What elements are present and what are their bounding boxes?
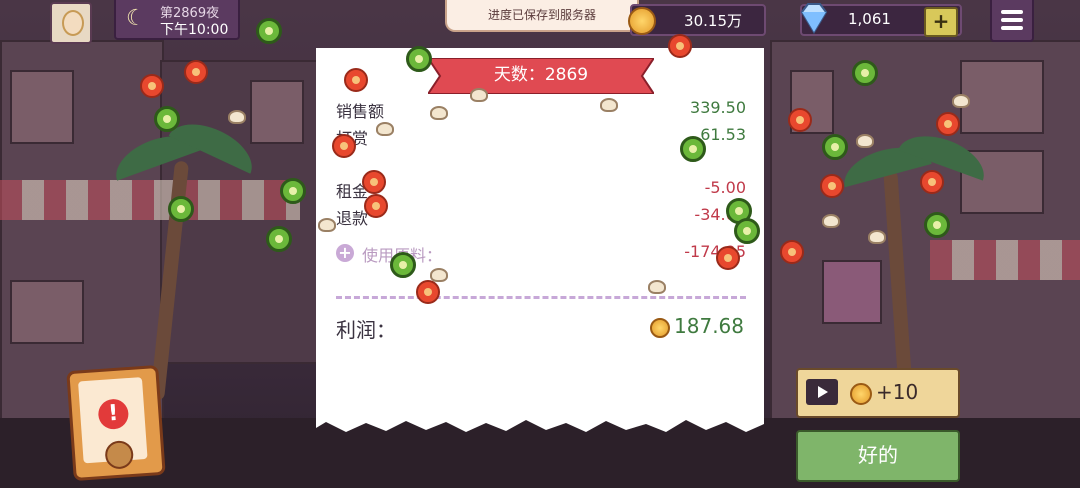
tomato-slice-icon	[140, 74, 164, 98]
tomato-slice-icon	[364, 194, 388, 218]
tomato-slice-icon	[820, 174, 844, 198]
building-window	[960, 60, 1044, 134]
receipt-row-sales: 销售额 339.50	[336, 98, 746, 121]
coins-value: 30.15万	[684, 12, 742, 30]
ok-button[interactable]: 好的	[796, 430, 960, 482]
torn-edge	[316, 418, 764, 432]
garlic-icon	[228, 110, 246, 124]
day-banner-text: 天数：2869	[493, 65, 589, 85]
diamond-icon	[800, 3, 828, 34]
profit-label: 利润：	[336, 318, 396, 342]
garlic-icon	[822, 214, 840, 228]
row-label: 销售额	[336, 102, 385, 121]
building-window	[10, 280, 84, 344]
tomato-slice-icon	[344, 68, 368, 92]
pepper-slice-icon	[734, 218, 760, 244]
gems-value: 1,061	[848, 10, 891, 28]
player-avatar[interactable]	[50, 2, 92, 44]
row-value: -5.00	[704, 178, 746, 197]
gems-counter: 1,061 +	[800, 3, 962, 37]
add-gems-button[interactable]: +	[924, 7, 958, 37]
building-window	[10, 70, 74, 144]
pepper-slice-icon	[924, 212, 950, 238]
receipt-row-refund: 退款 -34.00	[336, 205, 746, 228]
pepper-slice-icon	[390, 252, 416, 278]
birdhouse	[822, 260, 882, 324]
day-time-panel: ☾ 第2869夜 下午10:00	[114, 0, 240, 40]
moon-icon: ☾	[126, 6, 146, 31]
day-banner-label-wrap: 天数：2869	[428, 58, 654, 94]
tomato-slice-icon	[788, 108, 812, 132]
garlic-icon	[430, 106, 448, 120]
menu-button[interactable]	[990, 0, 1034, 42]
ad-reward-amount: +10	[876, 380, 919, 404]
video-play-icon	[806, 379, 838, 405]
pepper-slice-icon	[168, 196, 194, 222]
garlic-icon	[648, 280, 666, 294]
left-awning	[0, 180, 300, 220]
pepper-slice-icon	[266, 226, 292, 252]
tomato-slice-icon	[416, 280, 440, 304]
tomato-slice-icon	[936, 112, 960, 136]
expand-plus-icon[interactable]: +	[336, 244, 354, 262]
garlic-icon	[376, 122, 394, 136]
menu-icon-bar	[1001, 18, 1023, 22]
profit-value: 187.68	[674, 314, 744, 338]
avatar-face	[62, 10, 84, 36]
event-alert-card[interactable]: !	[66, 364, 166, 482]
pepper-slice-icon	[154, 106, 180, 132]
save-toast: 进度已保存到服务器	[445, 0, 639, 32]
pepper-slice-icon	[822, 134, 848, 160]
exclamation-icon: !	[97, 398, 130, 431]
tomato-slice-icon	[362, 170, 386, 194]
pepper-slice-icon	[680, 136, 706, 162]
coin-icon	[650, 318, 670, 338]
watch-ad-reward-button[interactable]: +10	[796, 368, 960, 418]
pepper-slice-icon	[406, 46, 432, 72]
coin-icon	[628, 7, 656, 35]
tomato-slice-icon	[716, 246, 740, 270]
garlic-icon	[470, 88, 488, 102]
tomato-slice-icon	[780, 240, 804, 264]
garlic-icon	[430, 268, 448, 282]
tomato-slice-icon	[332, 134, 356, 158]
pepper-slice-icon	[852, 60, 878, 86]
menu-icon-bar	[1001, 26, 1023, 30]
coin-icon	[850, 383, 872, 405]
row-label: 退款	[336, 209, 369, 228]
building-window	[250, 80, 304, 144]
coins-counter: 30.15万	[628, 4, 766, 36]
receipt-divider	[336, 296, 746, 299]
row-value: 61.53	[700, 125, 746, 144]
tomato-slice-icon	[668, 34, 692, 58]
menu-icon-bar	[1001, 10, 1023, 14]
garlic-icon	[318, 218, 336, 232]
tomato-slice-icon	[920, 170, 944, 194]
garlic-icon	[952, 94, 970, 108]
clock-time: 下午10:00	[160, 22, 229, 38]
pepper-slice-icon	[280, 178, 306, 204]
receipt-row-rent: 租金 -5.00	[336, 178, 746, 201]
pepper-slice-icon	[256, 18, 282, 44]
garlic-icon	[600, 98, 618, 112]
garlic-icon	[868, 230, 886, 244]
right-awning	[930, 240, 1080, 280]
row-value: 339.50	[690, 98, 746, 117]
garlic-icon	[856, 134, 874, 148]
tomato-slice-icon	[184, 60, 208, 84]
